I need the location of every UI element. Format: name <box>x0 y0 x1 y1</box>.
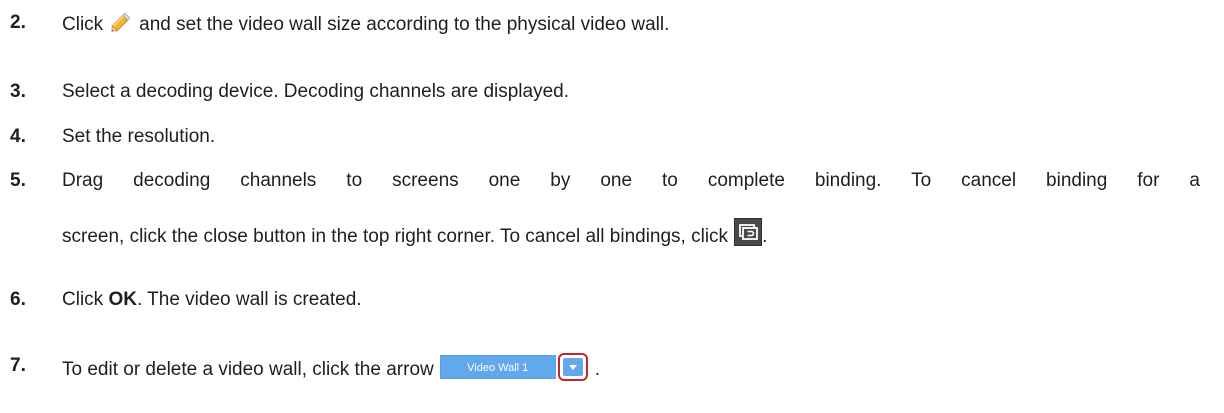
step-6: 6. Click OK. The video wall is created. <box>10 287 1200 313</box>
video-wall-name-field[interactable]: Video Wall 1 <box>439 355 556 379</box>
step-text: . The video wall is created. <box>136 289 362 310</box>
step-3: 3. Select a decoding device. Decoding ch… <box>10 79 1200 105</box>
step-number: 4. <box>10 126 26 147</box>
step-text: Drag decoding channels to screens one by… <box>62 170 1200 191</box>
video-wall-selector[interactable]: Video Wall 1 <box>439 353 595 381</box>
step-5-continuation: screen, click the close button in the to… <box>10 218 1200 250</box>
dropdown-arrow-icon[interactable] <box>562 358 583 376</box>
step-2: 2. Click and set the video wall size acc… <box>10 10 1200 38</box>
step-5: 5. Drag decoding channels to screens one… <box>10 168 1200 194</box>
step-text: and set the video wall size according to… <box>139 14 670 35</box>
step-text: Set the resolution. <box>62 126 216 147</box>
step-text: . <box>762 226 768 247</box>
unbind-all-icon[interactable] <box>734 218 763 246</box>
pencil-icon[interactable] <box>109 10 133 34</box>
step-text: To edit or delete a video wall, click th… <box>62 359 434 380</box>
step-text: Click <box>62 14 104 35</box>
dropdown-highlight-frame <box>557 353 588 381</box>
step-text: screen, click the close button in the to… <box>62 226 729 247</box>
ok-label: OK <box>108 289 137 310</box>
step-7: 7. To edit or delete a video wall, click… <box>10 353 1200 383</box>
step-number: 7. <box>10 355 26 376</box>
step-number: 3. <box>10 81 26 102</box>
step-number: 6. <box>10 289 26 310</box>
step-number: 5. <box>10 170 26 191</box>
instruction-document: 2. Click and set the video wall size acc… <box>0 0 1224 413</box>
step-text: . <box>594 359 601 380</box>
step-number: 2. <box>10 12 26 33</box>
step-4: 4. Set the resolution. <box>10 124 1200 150</box>
step-text: Select a decoding device. Decoding chann… <box>62 81 569 102</box>
step-text: Click <box>62 289 104 310</box>
